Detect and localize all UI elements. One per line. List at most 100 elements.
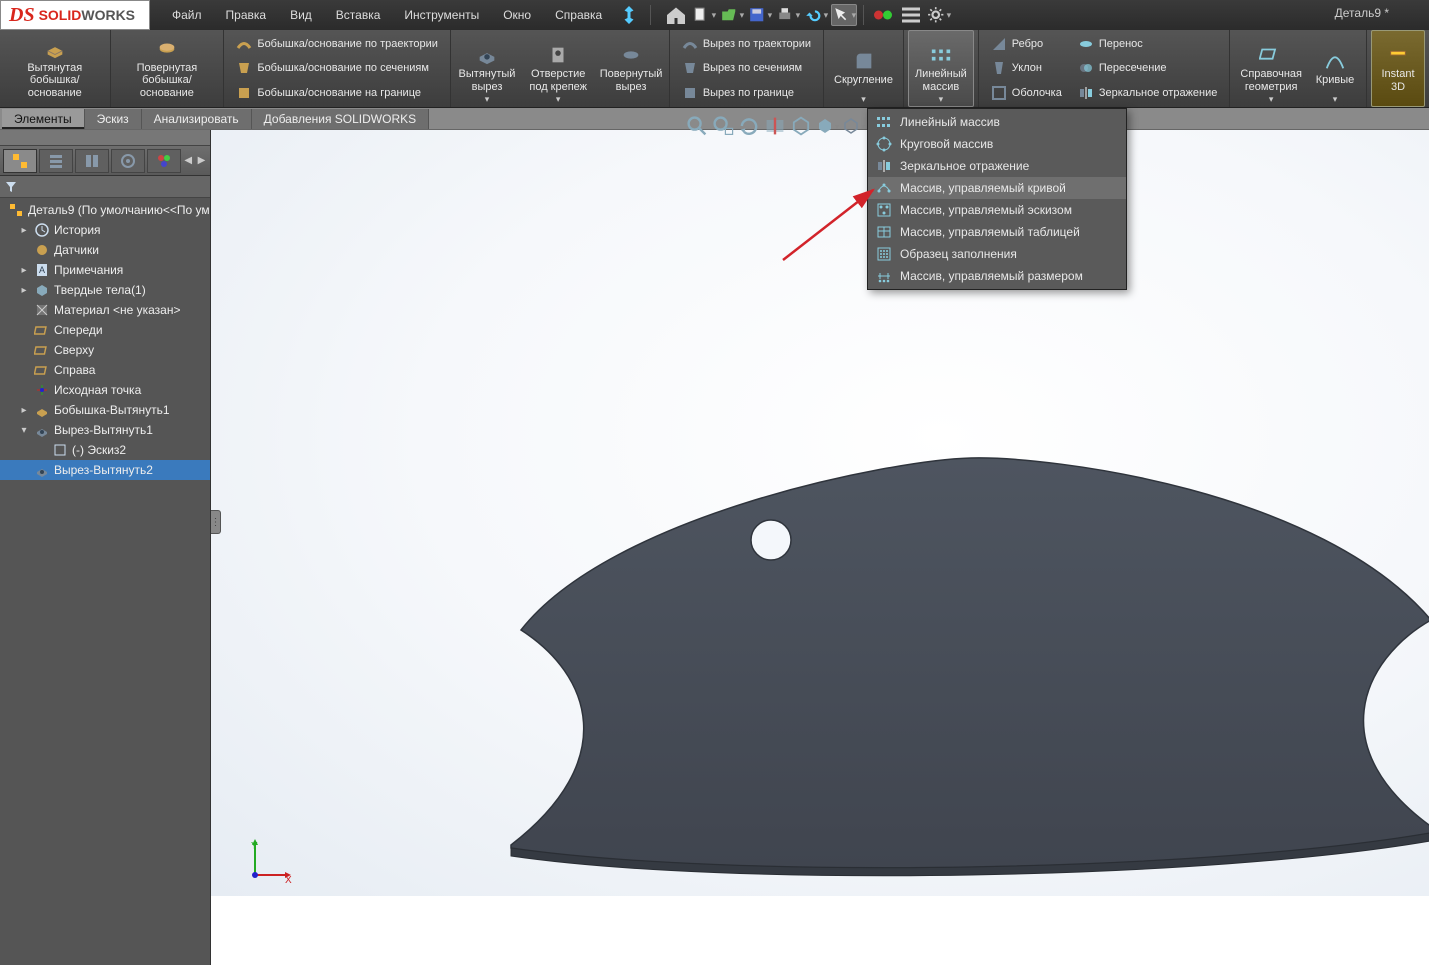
tree-item-icon: [34, 282, 50, 298]
loft-cut-button[interactable]: Вырез по сечениям: [678, 58, 815, 78]
draft-label: Уклон: [1012, 62, 1042, 74]
zoom-fit-icon[interactable]: [685, 115, 709, 137]
save-icon[interactable]: [747, 4, 773, 26]
menu-tools[interactable]: Инструменты: [394, 4, 489, 26]
loft-boss-button[interactable]: Бобышка/основание по сечениям: [232, 58, 442, 78]
display-manager-tab[interactable]: [147, 149, 181, 173]
dropdown-item[interactable]: Зеркальное отражение: [868, 155, 1126, 177]
expand-arrow-icon[interactable]: ▸: [18, 265, 30, 276]
pin-icon[interactable]: [616, 4, 642, 26]
revolved-boss-button[interactable]: Повернутая бобышка/основание: [115, 30, 220, 107]
pat-circular-icon: [876, 136, 892, 152]
expand-arrow-icon[interactable]: ▸: [18, 285, 30, 296]
dropdown-item-label: Образец заполнения: [900, 247, 1017, 261]
display-style-icon[interactable]: ▾: [815, 115, 839, 137]
app-logo: DSSOLIDWORKS: [0, 0, 150, 30]
tab-nav-left[interactable]: ◀: [182, 155, 195, 166]
tree-item-label: Спереди: [54, 323, 103, 337]
tree-item[interactable]: Исходная точка: [0, 380, 210, 400]
tree-item-icon: [34, 422, 50, 438]
tree-item[interactable]: ▾Вырез-Вытянуть1: [0, 420, 210, 440]
menu-edit[interactable]: Правка: [216, 4, 277, 26]
dropdown-item[interactable]: Образец заполнения: [868, 243, 1126, 265]
mirror-label: Зеркальное отражение: [1099, 87, 1218, 99]
wrap-button[interactable]: Перенос: [1074, 34, 1222, 54]
fillet-button[interactable]: Скругление: [828, 30, 899, 107]
tab-features[interactable]: Элементы: [2, 109, 85, 129]
curves-button[interactable]: Кривые: [1308, 30, 1362, 107]
filter-icon[interactable]: [4, 180, 18, 194]
linear-pattern-button[interactable]: Линейный массив: [908, 30, 974, 107]
tree-item-icon: [34, 242, 50, 258]
draft-button[interactable]: Уклон: [987, 58, 1066, 78]
intersect-button[interactable]: Пересечение: [1074, 58, 1222, 78]
menu-view[interactable]: Вид: [280, 4, 322, 26]
property-manager-tab[interactable]: [39, 149, 73, 173]
menu-insert[interactable]: Вставка: [326, 4, 391, 26]
tree-item[interactable]: Сверху: [0, 340, 210, 360]
mirror-button[interactable]: Зеркальное отражение: [1074, 83, 1222, 103]
mirror-icon: [876, 158, 892, 174]
config-manager-tab[interactable]: [75, 149, 109, 173]
prev-view-icon[interactable]: [737, 115, 761, 137]
dropdown-item[interactable]: Массив, управляемый размером: [868, 265, 1126, 287]
revolved-cut-button[interactable]: Повернутый вырез: [597, 30, 665, 107]
tree-item[interactable]: ▸AПримечания: [0, 260, 210, 280]
swept-boss-button[interactable]: Бобышка/основание по траектории: [232, 34, 442, 54]
dimxpert-tab[interactable]: [111, 149, 145, 173]
expand-arrow-icon[interactable]: ▾: [18, 425, 30, 436]
rebuild-icon[interactable]: [870, 4, 896, 26]
dropdown-item[interactable]: Круговой массив: [868, 133, 1126, 155]
panel-splitter[interactable]: [211, 510, 221, 534]
tree-item[interactable]: ▸История: [0, 220, 210, 240]
open-icon[interactable]: [719, 4, 745, 26]
print-icon[interactable]: [775, 4, 801, 26]
dropdown-item[interactable]: Линейный массив: [868, 111, 1126, 133]
tree-root[interactable]: Деталь9 (По умолчанию<<По умол: [0, 200, 210, 220]
undo-icon[interactable]: [803, 4, 829, 26]
shell-button[interactable]: Оболочка: [987, 83, 1066, 103]
graphics-viewport[interactable]: [211, 130, 1429, 896]
feature-tree-tab[interactable]: [3, 149, 37, 173]
tab-sketch[interactable]: Эскиз: [85, 109, 142, 129]
boundary-boss-button[interactable]: Бобышка/основание на границе: [232, 83, 442, 103]
instant3d-button[interactable]: Instant 3D: [1371, 30, 1425, 107]
tree-item[interactable]: (-) Эскиз2: [0, 440, 210, 460]
extruded-boss-button[interactable]: Вытянутая бобышка/основание: [4, 30, 106, 107]
dropdown-item[interactable]: Массив, управляемый таблицей: [868, 221, 1126, 243]
select-icon[interactable]: [831, 4, 857, 26]
hide-show-icon[interactable]: ▾: [841, 115, 865, 137]
expand-arrow-icon[interactable]: ▸: [18, 225, 30, 236]
new-icon[interactable]: [691, 4, 717, 26]
tree-item[interactable]: ▸Твердые тела(1): [0, 280, 210, 300]
tree-item[interactable]: Датчики: [0, 240, 210, 260]
dropdown-item-label: Зеркальное отражение: [900, 159, 1029, 173]
view-orient-icon[interactable]: [789, 115, 813, 137]
tab-addins[interactable]: Добавления SOLIDWORKS: [252, 109, 430, 129]
boundary-cut-button[interactable]: Вырез по границе: [678, 83, 815, 103]
ref-geometry-button[interactable]: Справочная геометрия: [1234, 30, 1308, 107]
menu-window[interactable]: Окно: [493, 4, 541, 26]
tree-item[interactable]: Вырез-Вытянуть2: [0, 460, 210, 480]
tab-nav-right[interactable]: ▶: [195, 155, 208, 166]
tab-evaluate[interactable]: Анализировать: [142, 109, 252, 129]
tree-item[interactable]: Спереди: [0, 320, 210, 340]
home-icon[interactable]: [663, 4, 689, 26]
section-view-icon[interactable]: [763, 115, 787, 137]
boundary-boss-label: Бобышка/основание на границе: [257, 87, 421, 99]
swept-cut-button[interactable]: Вырез по траектории: [678, 34, 815, 54]
tree-item[interactable]: Материал <не указан>: [0, 300, 210, 320]
expand-arrow-icon[interactable]: ▸: [18, 405, 30, 416]
options-list-icon[interactable]: [898, 4, 924, 26]
menu-file[interactable]: Файл: [162, 4, 212, 26]
menu-help[interactable]: Справка: [545, 4, 612, 26]
dropdown-item[interactable]: Массив, управляемый эскизом: [868, 199, 1126, 221]
tree-item[interactable]: ▸Бобышка-Вытянуть1: [0, 400, 210, 420]
dropdown-item[interactable]: Массив, управляемый кривой: [868, 177, 1126, 199]
tree-item[interactable]: Справа: [0, 360, 210, 380]
settings-icon[interactable]: [926, 4, 952, 26]
rib-button[interactable]: Ребро: [987, 34, 1066, 54]
extruded-cut-button[interactable]: Вытянутый вырез: [455, 30, 519, 107]
zoom-area-icon[interactable]: [711, 115, 735, 137]
hole-wizard-button[interactable]: Отверстие под крепеж: [519, 30, 597, 107]
